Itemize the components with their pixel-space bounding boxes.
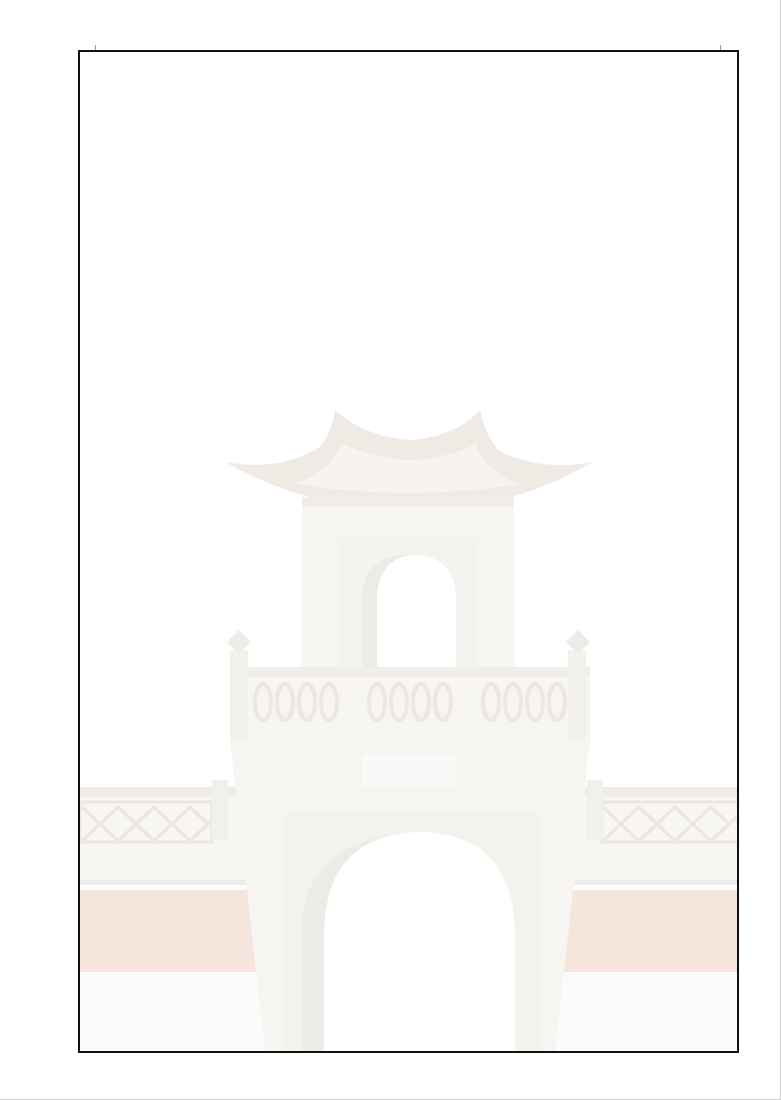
balcony-rail bbox=[230, 667, 590, 677]
balcony-left-post bbox=[230, 650, 248, 742]
balcony-right-post bbox=[568, 650, 586, 742]
page-frame bbox=[78, 50, 739, 1053]
plaque bbox=[362, 754, 456, 786]
temple-gate-illustration bbox=[80, 410, 737, 1051]
main-arch-opening bbox=[324, 832, 515, 1051]
right-post bbox=[587, 780, 603, 840]
right-wall-cap bbox=[585, 787, 737, 797]
roof-base bbox=[302, 497, 514, 507]
upper-arch-opening bbox=[377, 555, 456, 667]
left-post bbox=[212, 780, 228, 840]
document-page bbox=[0, 0, 781, 1100]
balcony-base bbox=[230, 667, 590, 742]
